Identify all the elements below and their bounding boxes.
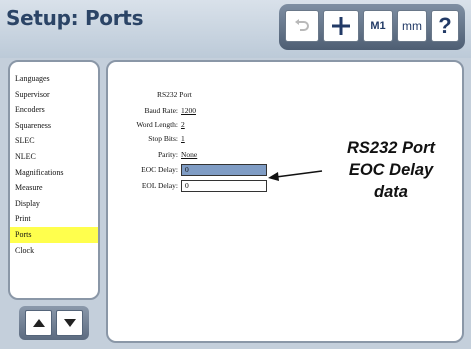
mm-label: mm bbox=[402, 19, 422, 33]
sidebar-item-squareness[interactable]: Squareness bbox=[10, 118, 98, 134]
sidebar-item-clock[interactable]: Clock bbox=[10, 243, 98, 259]
sidebar-item-ports[interactable]: Ports bbox=[10, 226, 98, 243]
help-icon: ? bbox=[438, 13, 452, 38]
eoc-delay-field[interactable]: 0 bbox=[181, 164, 267, 176]
baud-rate-value[interactable]: 1200 bbox=[181, 106, 196, 115]
sidebar-item-slec[interactable]: SLEC bbox=[10, 133, 98, 149]
eol-delay-label: EOL Delay: bbox=[141, 181, 178, 190]
header-bar: Setup: Ports M1 mm ? bbox=[0, 0, 471, 58]
scroll-up-button[interactable] bbox=[25, 310, 52, 336]
callout-line-2: EOC Delay bbox=[348, 161, 434, 179]
callout-arrow-icon bbox=[268, 170, 323, 181]
sidebar-item-measure[interactable]: Measure bbox=[10, 180, 98, 196]
sidebar-item-supervisor[interactable]: Supervisor bbox=[10, 87, 98, 103]
add-button[interactable] bbox=[323, 10, 359, 42]
sidebar-item-languages[interactable]: Languages bbox=[10, 71, 98, 87]
down-arrow-icon bbox=[63, 319, 76, 327]
undo-button[interactable] bbox=[285, 10, 319, 42]
undo-icon bbox=[295, 19, 309, 31]
baud-rate-label: Baud Rate: bbox=[144, 106, 178, 115]
callout-line-3: data bbox=[374, 183, 408, 201]
scroll-controls bbox=[19, 306, 89, 340]
rs232-section-label: RS232 Port bbox=[157, 90, 192, 99]
parity-label: Parity: bbox=[158, 150, 178, 159]
up-arrow-icon bbox=[32, 319, 45, 327]
eol-delay-field[interactable]: 0 bbox=[181, 180, 267, 192]
mm-button[interactable]: mm bbox=[397, 10, 427, 42]
m1-button[interactable]: M1 bbox=[363, 10, 393, 42]
parity-value[interactable]: None bbox=[181, 150, 197, 159]
word-length-label: Word Length: bbox=[136, 120, 178, 129]
stop-bits-value[interactable]: 1 bbox=[181, 134, 185, 143]
toolbar: M1 mm ? bbox=[279, 4, 465, 50]
plus-icon bbox=[332, 17, 350, 35]
sidebar-item-print[interactable]: Print bbox=[10, 211, 98, 227]
sidebar-item-encoders[interactable]: Encoders bbox=[10, 102, 98, 118]
m1-label: M1 bbox=[370, 20, 386, 32]
sidebar-item-magnifications[interactable]: Magnifications bbox=[10, 165, 98, 181]
callout-annotation: RS232 Port EOC Delay data bbox=[321, 137, 461, 203]
sidebar-item-display[interactable]: Display bbox=[10, 196, 98, 212]
word-length-value[interactable]: 2 bbox=[181, 120, 185, 129]
page-title: Setup: Ports bbox=[6, 6, 144, 30]
sidebar-item-nlec[interactable]: NLEC bbox=[10, 149, 98, 165]
eoc-delay-label: EOC Delay: bbox=[141, 165, 178, 174]
scroll-down-button[interactable] bbox=[56, 310, 83, 336]
sidebar: Languages Supervisor Encoders Squareness… bbox=[8, 60, 100, 300]
callout-line-1: RS232 Port bbox=[346, 139, 436, 157]
stop-bits-label: Stop Bits: bbox=[148, 134, 178, 143]
help-button[interactable]: ? bbox=[431, 10, 459, 42]
